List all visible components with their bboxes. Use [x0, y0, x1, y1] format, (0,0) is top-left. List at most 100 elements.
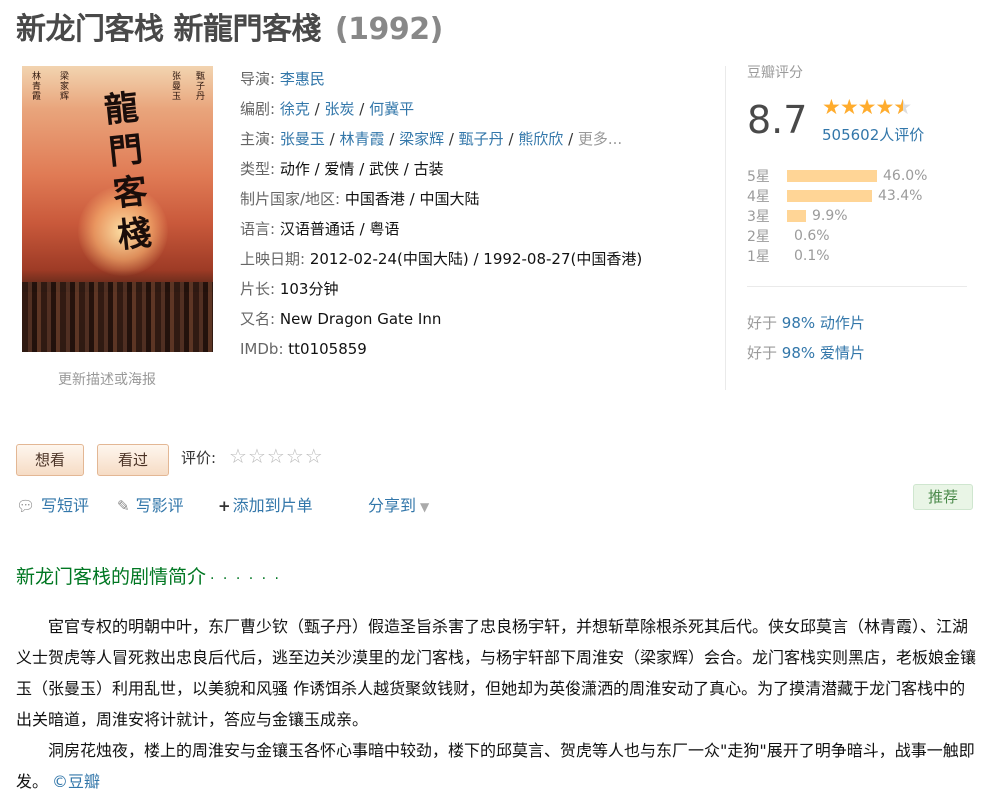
runtime-row: 片长: 103分钟 — [240, 274, 642, 304]
rating-bar-row: 2星 0.6% — [747, 226, 927, 246]
cast-link[interactable]: 梁家辉 — [399, 130, 444, 148]
rate-stars-input[interactable]: ☆☆☆☆☆ — [229, 444, 324, 468]
caret-down-icon: ▼ — [420, 500, 430, 514]
star-outline-icon[interactable]: ☆ — [305, 444, 324, 468]
poster-credit-column: 林青霞 — [32, 72, 42, 102]
aka-row: 又名: New Dragon Gate Inn — [240, 304, 642, 334]
recommend-button[interactable]: 推荐 — [913, 484, 973, 510]
add-to-list-link[interactable]: + 添加到片单 — [218, 492, 313, 516]
writer-row: 编剧: 徐克 / 张炭 / 何冀平 — [240, 100, 415, 118]
rating-bar — [787, 170, 877, 182]
genre-label: 类型: — [240, 160, 276, 178]
genre-value: 动作 / 爱情 / 武侠 / 古装 — [279, 160, 444, 178]
movie-title-text: 新龙门客栈 新龍門客棧 — [16, 12, 321, 47]
rating-score: 8.7 — [747, 98, 808, 142]
better-than-pct[interactable]: 98% — [782, 344, 815, 362]
release-label: 上映日期: — [240, 250, 306, 268]
better-than-genre[interactable]: 爱情片 — [820, 344, 865, 362]
better-than-genre[interactable]: 动作片 — [820, 314, 865, 332]
poster-credit-column: 张曼玉 — [172, 72, 182, 102]
rating-bar-pct: 0.6% — [794, 228, 830, 244]
genre-row: 类型: 动作 / 爱情 / 武侠 / 古装 — [240, 154, 642, 184]
star-outline-icon[interactable]: ☆ — [286, 444, 305, 468]
rating-divider — [747, 286, 967, 287]
synopsis-paragraph: 宦官专权的明朝中叶，东厂曹少钦（甄子丹）假造圣旨杀害了忠良杨宇轩，并想斩草除根杀… — [16, 617, 977, 729]
copyright-link[interactable]: ©豆瓣 — [52, 772, 100, 791]
movie-poster[interactable]: 林青霞 梁家辉 张曼玉 甄子丹 龍 門 客 棧 — [22, 66, 213, 352]
better-than-item: 好于 98% 爱情片 — [747, 344, 865, 362]
imdb-row: IMDb: tt0105859 — [240, 334, 642, 364]
cast-link[interactable]: 张曼玉 — [280, 130, 325, 148]
star-outline-icon[interactable]: ☆ — [267, 444, 286, 468]
imdb-value: tt0105859 — [288, 340, 367, 358]
rating-bar-label: 4星 — [747, 189, 770, 205]
rate-label: 评价: — [181, 449, 217, 467]
movie-info: 导演: 李惠民 编剧: 徐克 / 张炭 / 何冀平 主演: 张曼玉 / 林青霞 … — [240, 64, 642, 364]
release-value: 2012-02-24(中国大陆) / 1992-08-27(中国香港) — [309, 250, 643, 268]
plus-icon: + — [218, 497, 231, 515]
comment-bubble-icon: 💬︎ — [16, 497, 36, 515]
rating-bar-pct: 0.1% — [794, 248, 830, 264]
info-divider — [725, 66, 726, 390]
update-poster-link[interactable]: 更新描述或海报 — [58, 369, 156, 389]
write-review-link[interactable]: ✎ 写影评 — [117, 492, 184, 516]
rating-bar — [787, 230, 788, 242]
writer-label: 编剧: — [240, 100, 276, 118]
watched-button[interactable]: 看过 — [97, 444, 169, 476]
synopsis-paragraph: 洞房花烛夜，楼上的周淮安与金镶玉各怀心事暗中较劲，楼下的邱莫言、贺虎等人也与东厂… — [16, 741, 975, 791]
synopsis-body: 宦官专权的明朝中叶，东厂曹少钦（甄子丹）假造圣旨杀害了忠良杨宇轩，并想斩草除根杀… — [16, 611, 976, 797]
rating-bar — [787, 210, 806, 222]
director-label: 导演: — [240, 70, 276, 88]
better-than-item: 好于 98% 动作片 — [747, 314, 865, 332]
star-outline-icon[interactable]: ☆ — [229, 444, 248, 468]
rating-bar-row: 4星 43.4% — [747, 186, 927, 206]
rating-bar-label: 3星 — [747, 209, 770, 225]
rating-bar — [787, 250, 788, 262]
country-label: 制片国家/地区: — [240, 190, 341, 208]
runtime-value: 103分钟 — [279, 280, 339, 298]
country-row: 制片国家/地区: 中国香港 / 中国大陆 — [240, 184, 642, 214]
imdb-label: IMDb: — [240, 340, 284, 358]
rating-count-link[interactable]: 505602人评价 — [822, 124, 924, 145]
aka-value: New Dragon Gate Inn — [279, 310, 442, 328]
rating-panel: 豆瓣评分 8.7 ★★★★★ ★ 505602人评价 5星 46.0% 4星 43.4%… — [747, 62, 967, 362]
cast-link[interactable]: 林青霞 — [339, 130, 384, 148]
rating-bar-pct: 43.4% — [878, 188, 923, 204]
language-row: 语言: 汉语普通话 / 粤语 — [240, 214, 642, 244]
rating-bar-row: 1星 0.1% — [747, 246, 927, 266]
rating-bar-row: 3星 9.9% — [747, 206, 927, 226]
rating-bar-label: 1星 — [747, 249, 770, 265]
runtime-label: 片长: — [240, 280, 276, 298]
director-row: 导演: 李惠民 — [240, 64, 642, 94]
write-short-comment-link[interactable]: 💬︎ 写短评 — [16, 492, 89, 516]
cast-link[interactable]: 熊欣欣 — [518, 130, 563, 148]
director-link[interactable]: 李惠民 — [280, 70, 325, 88]
poster-crowd — [22, 282, 213, 352]
rating-distribution: 5星 46.0% 4星 43.4% 3星 9.9% 2星 0.6% 1星 0.1% — [747, 166, 927, 266]
writer-link[interactable]: 徐克 — [280, 100, 310, 118]
rating-stars-icon: ★★★★★ ★ — [822, 95, 912, 119]
synopsis-title: 新龙门客栈的剧情简介 · · · · · · — [16, 566, 281, 588]
cast-row: 主演: 张曼玉 / 林青霞 / 梁家辉 / 甄子丹 / 熊欣欣 / 更多... — [240, 130, 623, 148]
share-dropdown[interactable]: 分享到 ▼ — [368, 492, 429, 516]
pencil-icon: ✎ — [117, 497, 130, 515]
movie-title: 新龙门客栈 新龍門客棧 (1992) — [16, 4, 443, 48]
poster-credit-column: 甄子丹 — [196, 72, 206, 102]
writer-link[interactable]: 张炭 — [324, 100, 354, 118]
poster-credit-column: 梁家辉 — [60, 72, 70, 102]
language-label: 语言: — [240, 220, 276, 238]
rating-bar-pct: 46.0% — [883, 168, 928, 184]
rating-bar-label: 5星 — [747, 169, 770, 185]
aka-label: 又名: — [240, 310, 276, 328]
cast-link[interactable]: 甄子丹 — [459, 130, 504, 148]
rating-head: 豆瓣评分 — [747, 65, 803, 81]
want-to-watch-button[interactable]: 想看 — [16, 444, 84, 476]
star-outline-icon[interactable]: ☆ — [248, 444, 267, 468]
movie-year: (1992) — [334, 12, 443, 47]
release-row: 上映日期: 2012-02-24(中国大陆) / 1992-08-27(中国香港… — [240, 244, 642, 274]
writer-link[interactable]: 何冀平 — [369, 100, 414, 118]
rating-bar-row: 5星 46.0% — [747, 166, 927, 186]
better-than-pct[interactable]: 98% — [782, 314, 815, 332]
rating-bar — [787, 190, 872, 202]
cast-more-link[interactable]: 更多... — [578, 130, 622, 148]
